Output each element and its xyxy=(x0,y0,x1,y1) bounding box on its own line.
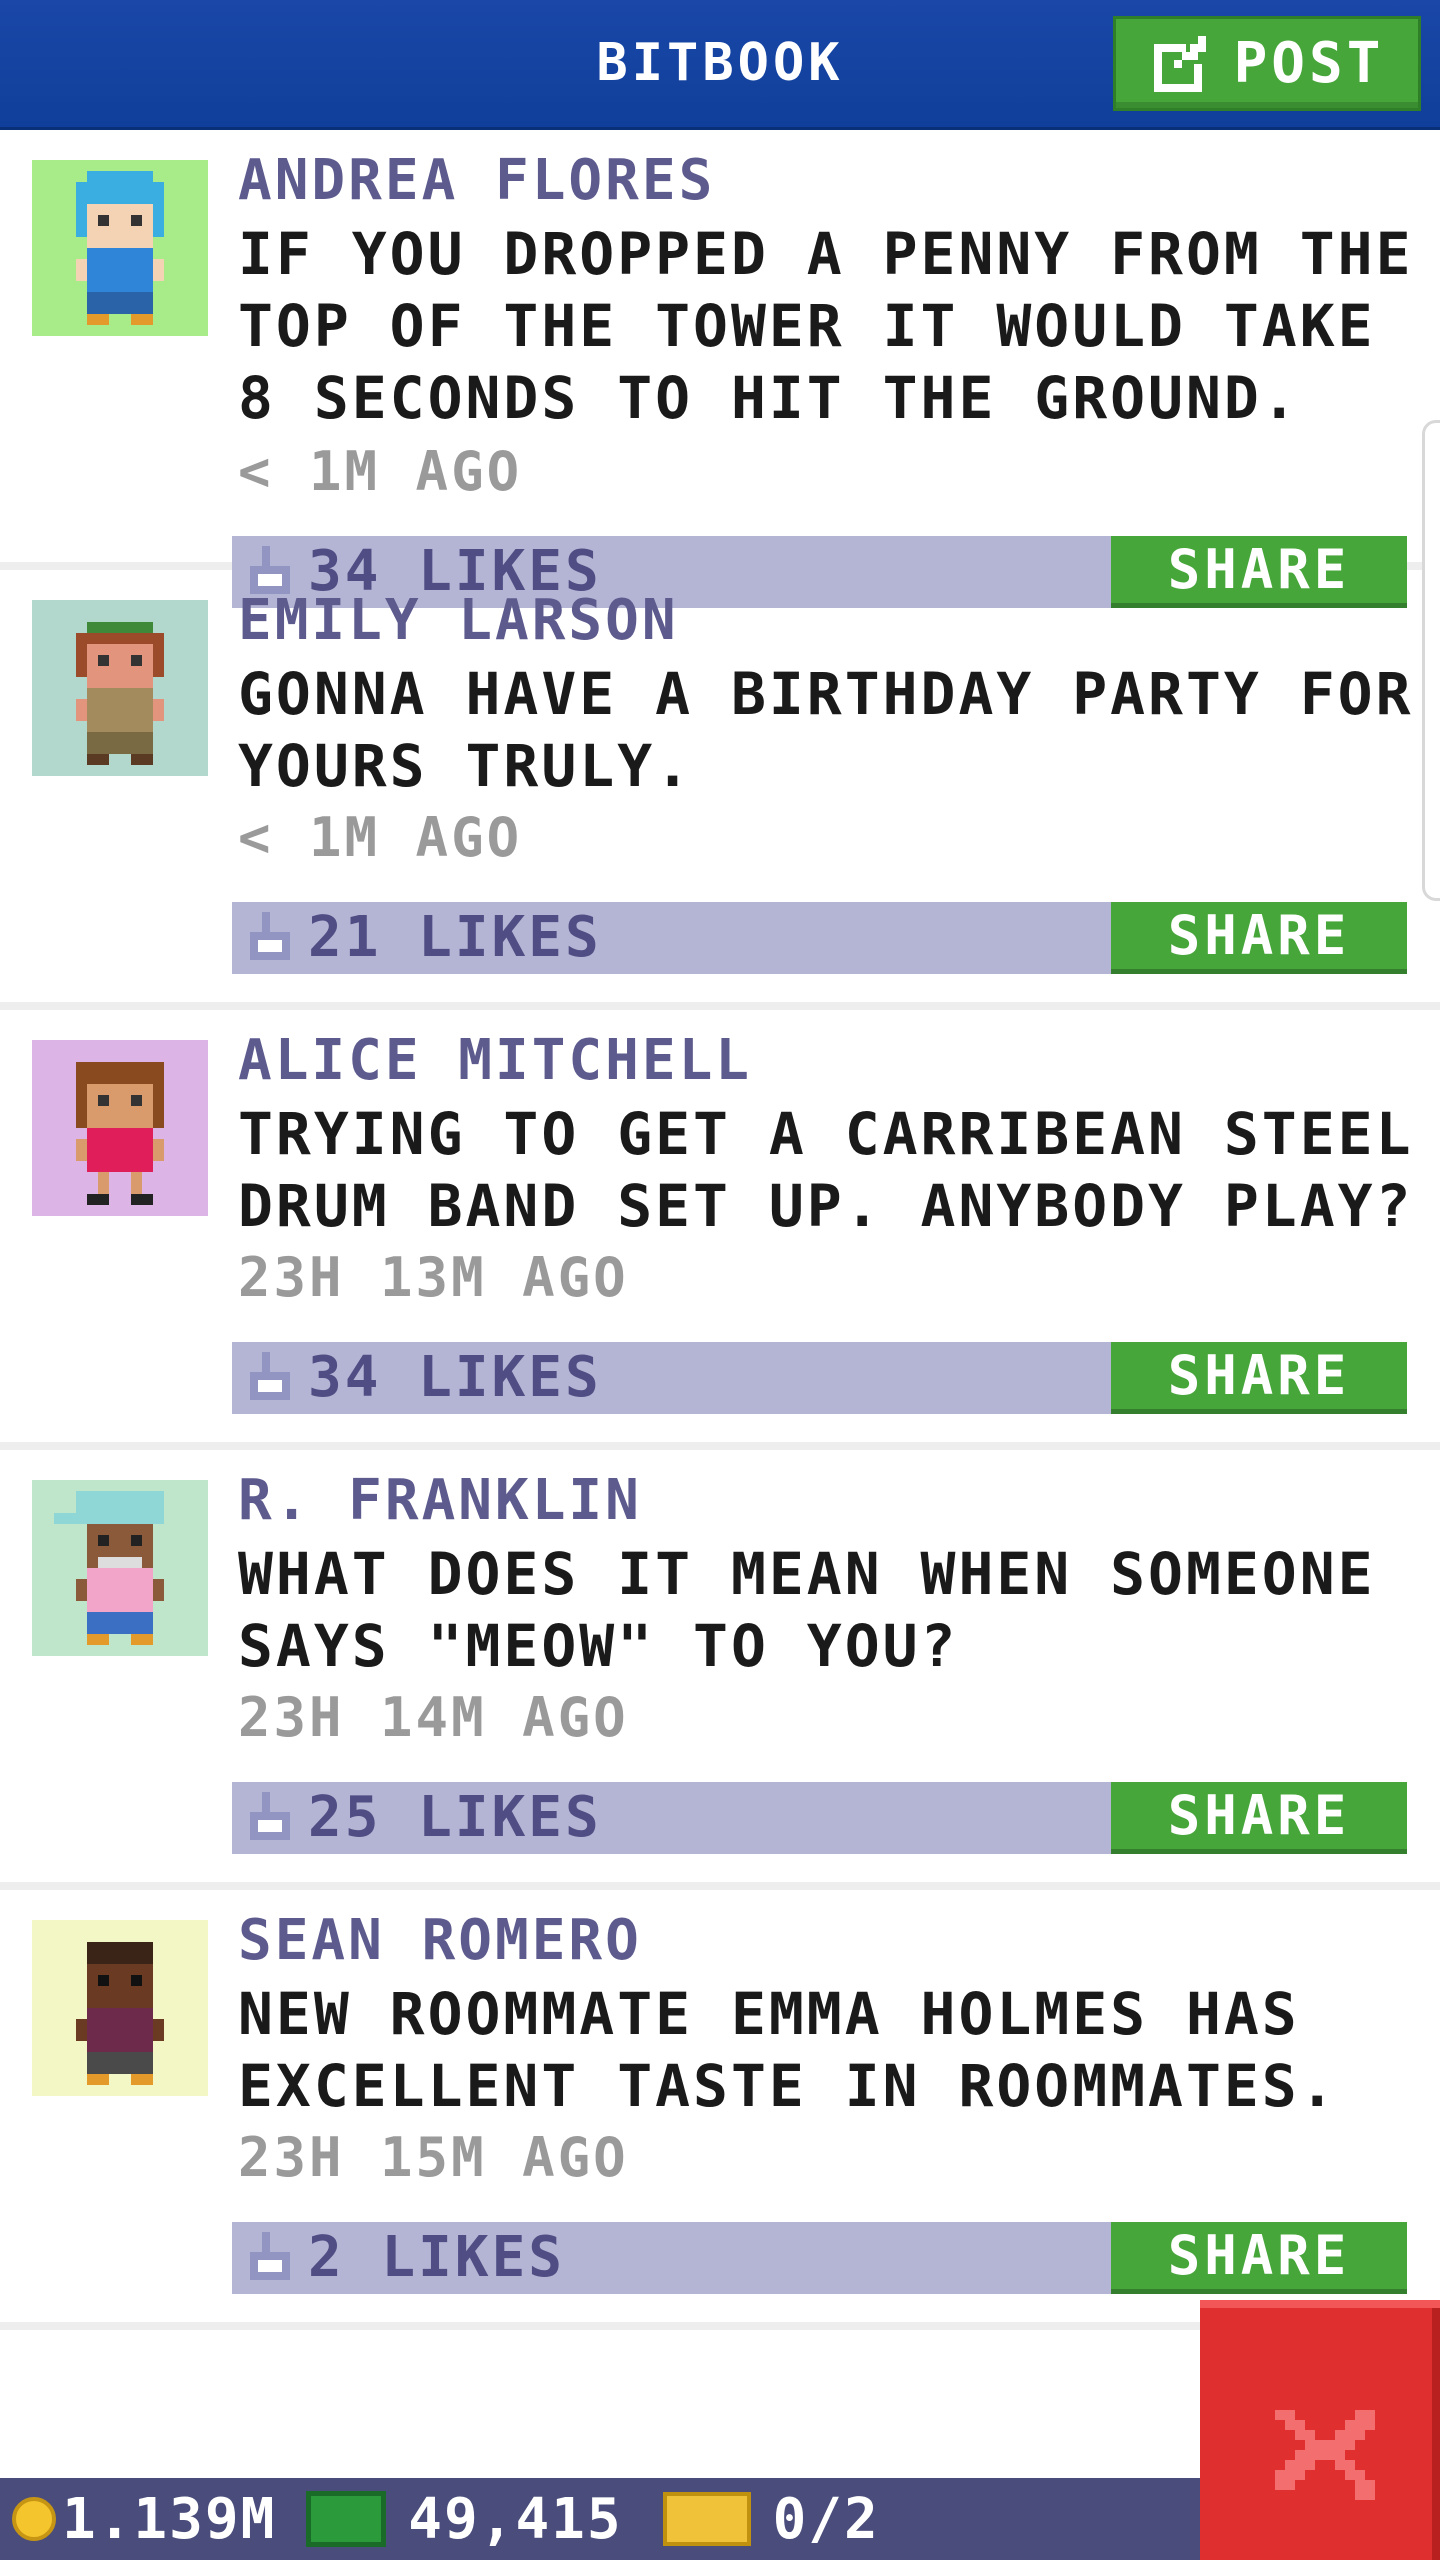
feed-post: ALICE MITCHELL TRYING TO GET A CARRIBEAN… xyxy=(0,1010,1440,1450)
post-time: < 1M AGO xyxy=(238,440,523,503)
post-text: NEW ROOMMATE EMMA HOLMES HAS EXCELLENT T… xyxy=(238,1980,1338,2120)
share-button[interactable]: SHARE xyxy=(1111,2222,1407,2294)
bux-icon xyxy=(306,2491,387,2547)
share-button[interactable]: SHARE xyxy=(1111,1782,1407,1854)
post-author[interactable]: ANDREA FLORES xyxy=(238,148,715,213)
post-time: 23H 15M AGO xyxy=(238,2126,629,2189)
avatar-image xyxy=(32,1040,208,1216)
post-author[interactable]: R. FRANKLIN xyxy=(238,1468,642,1533)
avatar-image xyxy=(32,1480,208,1656)
tickets-count: 0/2 xyxy=(772,2486,880,2552)
thumbs-up-icon xyxy=(250,912,290,964)
feed-post: SEAN ROMERO NEW ROOMMATE EMMA HOLMES HAS… xyxy=(0,1890,1440,2330)
avatar[interactable] xyxy=(32,600,208,776)
likes-count: 34 LIKES xyxy=(308,1345,602,1410)
likes-count: 25 LIKES xyxy=(308,1785,602,1850)
avatar[interactable] xyxy=(32,1480,208,1656)
avatar-image xyxy=(32,600,208,776)
feed-post: R. FRANKLIN WHAT DOES IT MEAN WHEN SOMEO… xyxy=(0,1450,1440,1890)
thumbs-up-icon xyxy=(250,1792,290,1844)
post-time: < 1M AGO xyxy=(238,806,523,869)
coin-icon xyxy=(12,2497,56,2541)
share-button[interactable]: SHARE xyxy=(1111,1342,1407,1414)
bux-count: 49,415 xyxy=(408,2486,623,2552)
avatar-image xyxy=(32,160,208,336)
post-time: 23H 13M AGO xyxy=(238,1246,629,1309)
post-text: TRYING TO GET A CARRIBEAN STEEL DRUM BAN… xyxy=(238,1100,1414,1240)
likes-bar[interactable]: 21 LIKES SHARE xyxy=(232,902,1407,974)
thumbs-up-icon xyxy=(250,2232,290,2284)
ticket-icon xyxy=(662,2492,751,2546)
post-text: IF YOU DROPPED A PENNY FROM THE TOP OF T… xyxy=(238,220,1414,432)
avatar[interactable] xyxy=(32,160,208,336)
avatar[interactable] xyxy=(32,1040,208,1216)
likes-bar[interactable]: 2 LIKES SHARE xyxy=(232,2222,1407,2294)
header-bar: BITBOOK POST xyxy=(0,0,1440,130)
post-author[interactable]: SEAN ROMERO xyxy=(238,1908,642,1973)
likes-count: 21 LIKES xyxy=(308,905,602,970)
post-author[interactable]: ALICE MITCHELL xyxy=(238,1028,752,1093)
coins-count: 1.139M xyxy=(62,2486,277,2552)
compose-icon xyxy=(1153,35,1206,92)
feed-list: ANDREA FLORES IF YOU DROPPED A PENNY FRO… xyxy=(0,130,1440,2330)
avatar-image xyxy=(32,1920,208,2096)
post-time: 23H 14M AGO xyxy=(238,1686,629,1749)
post-button[interactable]: POST xyxy=(1113,16,1421,111)
likes-bar[interactable]: 25 LIKES SHARE xyxy=(232,1782,1407,1854)
post-author[interactable]: EMILY LARSON xyxy=(238,588,679,653)
post-text: WHAT DOES IT MEAN WHEN SOMEONE SAYS "MEO… xyxy=(238,1540,1376,1680)
avatar[interactable] xyxy=(32,1920,208,2096)
likes-bar[interactable]: 34 LIKES SHARE xyxy=(232,1342,1407,1414)
thumbs-up-icon xyxy=(250,1352,290,1404)
share-button[interactable]: SHARE xyxy=(1111,902,1407,974)
close-button[interactable] xyxy=(1200,2300,1440,2560)
feed-post: ANDREA FLORES IF YOU DROPPED A PENNY FRO… xyxy=(0,130,1440,608)
post-button-label: POST xyxy=(1233,31,1385,96)
feed-post: EMILY LARSON GONNA HAVE A BIRTHDAY PARTY… xyxy=(0,570,1440,1010)
scroll-handle[interactable] xyxy=(1422,420,1440,901)
likes-count: 2 LIKES xyxy=(308,2225,566,2290)
close-icon xyxy=(1275,2410,1375,2500)
post-text: GONNA HAVE A BIRTHDAY PARTY FOR YOURS TR… xyxy=(238,660,1414,800)
